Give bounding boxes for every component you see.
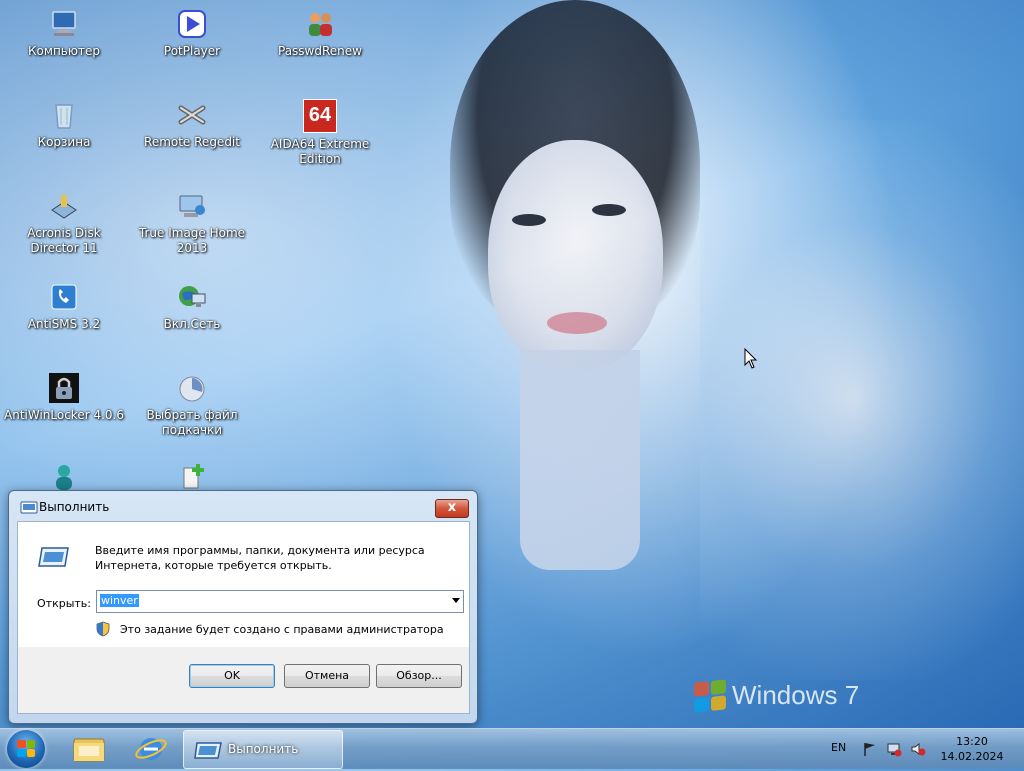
pagefile-icon xyxy=(176,372,208,404)
desktop-icon-potplayer[interactable]: PotPlayer xyxy=(130,8,254,59)
close-icon: x xyxy=(447,500,457,515)
desktop-icon-computer[interactable]: Компьютер xyxy=(2,8,126,59)
windows7-watermark: Windows 7 xyxy=(694,678,860,713)
run-dialog: Выполнить x Введите имя программы, папки… xyxy=(8,490,478,724)
run-dialog-body: Введите имя программы, папки, документа … xyxy=(17,521,470,648)
aida64-icon: 64 xyxy=(303,99,337,133)
open-input[interactable]: winver xyxy=(100,594,139,607)
volume-muted-icon[interactable] xyxy=(910,741,926,757)
open-label: Открыть: xyxy=(37,597,91,610)
desktop-icon-remote-regedit[interactable]: Remote Regedit xyxy=(130,99,254,150)
folder-icon xyxy=(73,738,105,762)
chevron-down-icon[interactable] xyxy=(452,598,460,603)
run-dialog-titlebar[interactable]: Выполнить x xyxy=(9,491,477,521)
language-indicator[interactable]: EN xyxy=(831,741,846,754)
run-dialog-title: Выполнить xyxy=(39,500,110,514)
ok-button[interactable]: OK xyxy=(189,664,275,688)
windows-flag-icon xyxy=(694,678,726,713)
taskbar-explorer[interactable] xyxy=(62,731,116,767)
taskbar-run-window[interactable]: Выполнить xyxy=(183,730,343,769)
users-icon xyxy=(304,8,336,40)
uac-shield-icon xyxy=(96,621,110,637)
mouse-cursor-icon xyxy=(744,347,758,374)
desktop-icon-pagefile[interactable]: Выбрать файл подкачки xyxy=(130,372,254,438)
windows-logo-icon xyxy=(17,740,35,757)
run-dialog-footer: OK Отмена Обзор... xyxy=(17,647,470,714)
network-icon[interactable] xyxy=(886,741,902,757)
run-description: Введите имя программы, папки, документа … xyxy=(95,544,425,572)
acronis-icon xyxy=(48,190,80,222)
clock[interactable]: 13:20 14.02.2024 xyxy=(930,734,1014,764)
desktop-icon-network-on[interactable]: Вкл.Сеть xyxy=(130,281,254,332)
open-combobox[interactable]: winver xyxy=(96,590,464,613)
close-button[interactable]: x xyxy=(435,499,469,518)
clock-time: 13:20 xyxy=(956,735,988,748)
action-center-flag-icon[interactable] xyxy=(862,741,878,757)
internet-explorer-icon xyxy=(135,738,167,760)
clock-date: 14.02.2024 xyxy=(940,750,1004,763)
start-button[interactable] xyxy=(7,730,45,768)
aida64-badge-text: 64 xyxy=(308,104,332,126)
phone-icon xyxy=(48,281,80,313)
cancel-button[interactable]: Отмена xyxy=(284,664,370,688)
regedit-icon xyxy=(176,99,208,131)
run-title-icon xyxy=(19,500,39,514)
taskbar-internet-explorer[interactable] xyxy=(124,731,178,767)
true-image-icon xyxy=(176,190,208,222)
desktop-icon-passwdrenew[interactable]: PasswdRenew xyxy=(258,8,382,59)
desktop-icon-aida64[interactable]: 64 AIDA64 Extreme Edition xyxy=(258,99,382,167)
recycle-bin-icon xyxy=(48,99,80,131)
lock-icon xyxy=(48,372,80,404)
taskbar: Выполнить EN 13:20 14.02.2024 xyxy=(0,728,1024,769)
desktop-icon-antisms[interactable]: AntiSMS 3.2 xyxy=(2,281,126,332)
desktop-icon-antiwinlocker[interactable]: AntiWinLocker 4.0.6 xyxy=(2,372,126,423)
browse-button[interactable]: Обзор... xyxy=(376,664,462,688)
run-icon xyxy=(194,740,222,764)
admin-note: Это задание будет создано с правами адми… xyxy=(120,623,444,636)
desktop-icon-recycle-bin[interactable]: Корзина xyxy=(2,99,126,150)
watermark-text: Windows 7 xyxy=(732,680,860,710)
potplayer-icon xyxy=(176,8,208,40)
taskbar-run-label: Выполнить xyxy=(228,742,299,756)
desktop-icon-acronis[interactable]: Acronis Disk Director 11 xyxy=(2,190,126,256)
run-icon xyxy=(38,544,70,568)
computer-icon xyxy=(48,8,80,40)
desktop-icon-true-image[interactable]: True Image Home 2013 xyxy=(130,190,254,256)
network-globe-icon xyxy=(176,281,208,313)
